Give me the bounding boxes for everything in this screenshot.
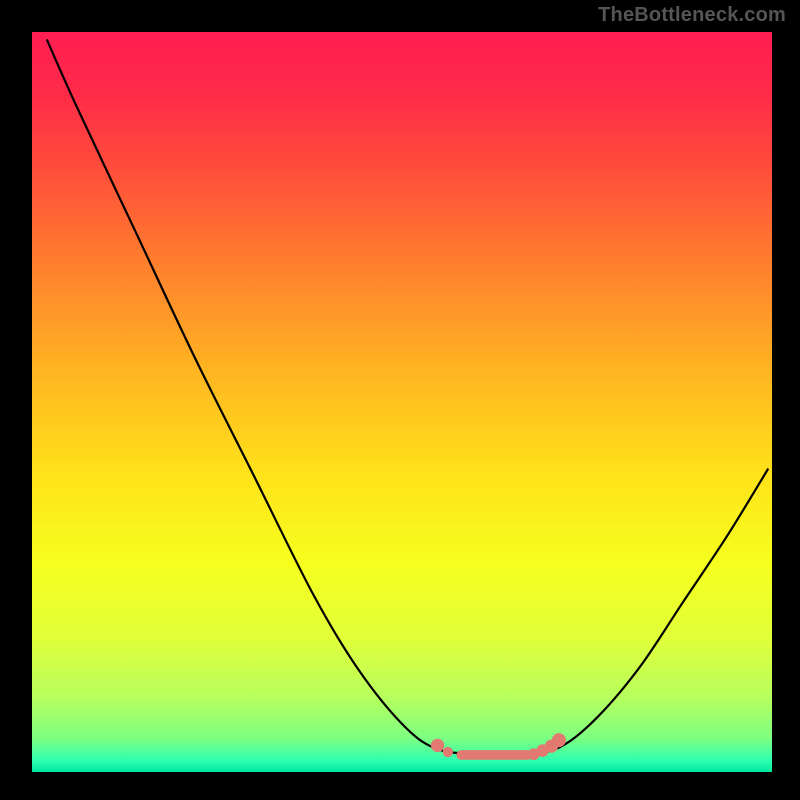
bottleneck-chart <box>0 0 800 800</box>
watermark-label: TheBottleneck.com <box>598 4 786 27</box>
gradient-background <box>32 32 772 772</box>
chart-stage: TheBottleneck.com <box>0 0 800 800</box>
